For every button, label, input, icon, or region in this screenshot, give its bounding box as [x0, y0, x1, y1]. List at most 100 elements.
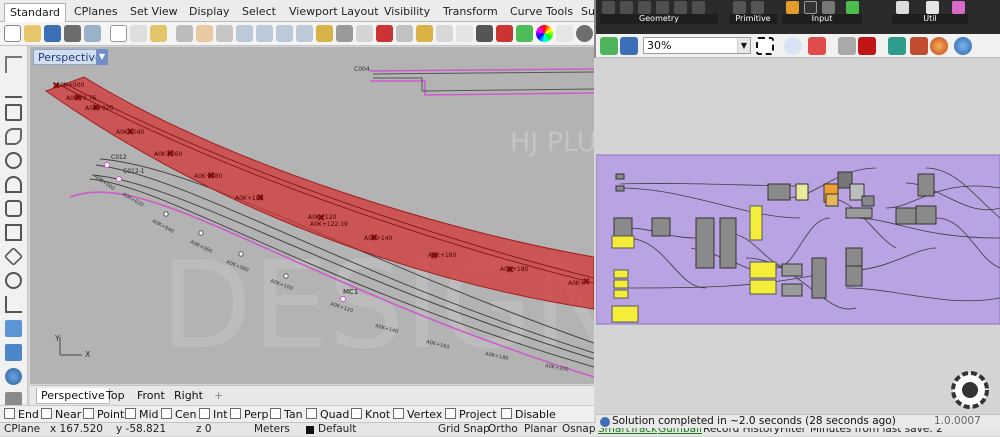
status-units[interactable]: Meters: [254, 423, 290, 437]
checkbox-icon[interactable]: [125, 408, 136, 419]
polyline-icon[interactable]: [5, 104, 22, 121]
checkbox-icon[interactable]: [41, 408, 52, 419]
perspective-viewport[interactable]: HJ PLUS·加號設計 DESIGN C004 C012 C012-1: [30, 47, 594, 384]
status-cplane[interactable]: CPlane: [4, 423, 40, 437]
color-wheel-icon[interactable]: [536, 25, 553, 42]
cplane-icon[interactable]: [356, 25, 373, 42]
osnap-knot[interactable]: Knot: [351, 408, 390, 422]
point-icon[interactable]: [5, 56, 22, 73]
chevron-down-icon[interactable]: ▼: [737, 38, 750, 53]
move-car-icon[interactable]: [376, 25, 393, 42]
gh-input-icon[interactable]: [804, 1, 817, 14]
tab-viewport-layout[interactable]: Viewport Layout: [284, 3, 384, 22]
zoom-window-icon[interactable]: [256, 25, 273, 42]
status-ortho[interactable]: Ortho: [488, 423, 518, 437]
gh-primitive-icon[interactable]: [751, 1, 764, 14]
cut-icon[interactable]: [110, 25, 127, 42]
tab-cplanes[interactable]: CPlanes: [69, 3, 123, 22]
rotate-view-icon[interactable]: [216, 25, 233, 42]
gh-geometry-icon[interactable]: [638, 1, 651, 14]
checkbox-icon[interactable]: [270, 408, 281, 419]
undo-icon[interactable]: [176, 25, 193, 42]
solid-box-icon[interactable]: [5, 344, 22, 361]
gh-util-icon[interactable]: [896, 1, 909, 14]
zoom-selected-icon[interactable]: [296, 25, 313, 42]
tab-front[interactable]: Front: [133, 388, 169, 404]
materials-icon[interactable]: [516, 25, 533, 42]
zoom-icon[interactable]: [236, 25, 253, 42]
undo-view-icon[interactable]: [336, 25, 353, 42]
spiral-icon[interactable]: [5, 272, 22, 289]
osnap-end[interactable]: End: [4, 408, 39, 422]
osnap-quad[interactable]: Quad: [306, 408, 349, 422]
osnap-cen[interactable]: Cen: [161, 408, 196, 422]
status-layer[interactable]: Default: [318, 423, 356, 437]
checkbox-icon[interactable]: [4, 408, 15, 419]
gh-input-icon[interactable]: [822, 1, 835, 14]
circle-icon[interactable]: [5, 152, 22, 169]
gh-util-icon[interactable]: [952, 1, 965, 14]
add-viewport-icon[interactable]: +: [210, 388, 227, 404]
gh-input-icon[interactable]: [846, 1, 859, 14]
gh-display-icon[interactable]: [954, 37, 972, 55]
tab-top[interactable]: Top: [102, 388, 129, 404]
help-icon[interactable]: [576, 25, 593, 42]
gh-geometry-icon[interactable]: [692, 1, 705, 14]
checkbox-icon[interactable]: [393, 408, 404, 419]
copy-icon[interactable]: [130, 25, 147, 42]
gh-geometry-icon[interactable]: [674, 1, 687, 14]
line-icon[interactable]: [5, 81, 22, 98]
status-planar[interactable]: Planar: [524, 423, 557, 437]
tab-select[interactable]: Select: [237, 3, 281, 22]
polygon-icon[interactable]: [3, 246, 24, 267]
render-icon[interactable]: [496, 25, 513, 42]
ellipse-icon[interactable]: [5, 200, 22, 217]
arc-icon[interactable]: [5, 176, 22, 193]
tab-set-view[interactable]: Set View: [125, 3, 183, 22]
gh-primitive-icon[interactable]: [733, 1, 746, 14]
gh-zoom-select[interactable]: 30% ▼: [643, 37, 751, 54]
bulb-icon[interactable]: [456, 25, 473, 42]
save-icon[interactable]: [44, 25, 61, 42]
shade-icon[interactable]: [476, 25, 493, 42]
tab-curve-tools[interactable]: Curve Tools: [505, 3, 578, 22]
checkbox-icon[interactable]: [306, 408, 317, 419]
pan-hand-icon[interactable]: [196, 25, 213, 42]
viewport-menu-icon[interactable]: ▼: [96, 49, 108, 65]
lock-icon[interactable]: [416, 25, 433, 42]
tab-perspective[interactable]: Perspective: [36, 388, 110, 404]
gh-pen-icon[interactable]: [808, 37, 826, 55]
gh-open-icon[interactable]: [600, 37, 618, 55]
osnap-perp[interactable]: Perp: [230, 408, 269, 422]
tab-standard[interactable]: Standard: [4, 3, 67, 22]
gh-sketch-icon[interactable]: [756, 37, 774, 55]
new-file-icon[interactable]: [4, 25, 21, 42]
gh-util-icon[interactable]: [926, 1, 939, 14]
zoom-extents-icon[interactable]: [276, 25, 293, 42]
gh-preview-mesh-icon[interactable]: [888, 37, 906, 55]
tab-transform[interactable]: Transform: [438, 3, 503, 22]
options-icon[interactable]: [556, 25, 573, 42]
osnap-project[interactable]: Project: [445, 408, 497, 422]
osnap-point[interactable]: Point: [83, 408, 124, 422]
osnap-near[interactable]: Near: [41, 408, 81, 422]
gh-navigation-widget[interactable]: [951, 371, 989, 409]
checkbox-icon[interactable]: [83, 408, 94, 419]
status-grid-snap[interactable]: Grid Snap: [438, 423, 490, 437]
gh-geometry-icon[interactable]: [602, 1, 615, 14]
checkbox-icon[interactable]: [351, 408, 362, 419]
osnap-vertex[interactable]: Vertex: [393, 408, 442, 422]
curve-icon[interactable]: [5, 128, 22, 145]
import-icon[interactable]: [84, 25, 101, 42]
tab-display[interactable]: Display: [184, 3, 235, 22]
osnap-tan[interactable]: Tan: [270, 408, 303, 422]
checkbox-icon[interactable]: [161, 408, 172, 419]
osnap-mid[interactable]: Mid: [125, 408, 159, 422]
checkbox-icon[interactable]: [445, 408, 456, 419]
gh-render-icon[interactable]: [858, 37, 876, 55]
tab-right[interactable]: Right: [170, 388, 207, 404]
checkbox-icon[interactable]: [501, 408, 512, 419]
open-file-icon[interactable]: [24, 25, 41, 42]
gh-save-icon[interactable]: [620, 37, 638, 55]
gh-geometry-icon[interactable]: [620, 1, 633, 14]
